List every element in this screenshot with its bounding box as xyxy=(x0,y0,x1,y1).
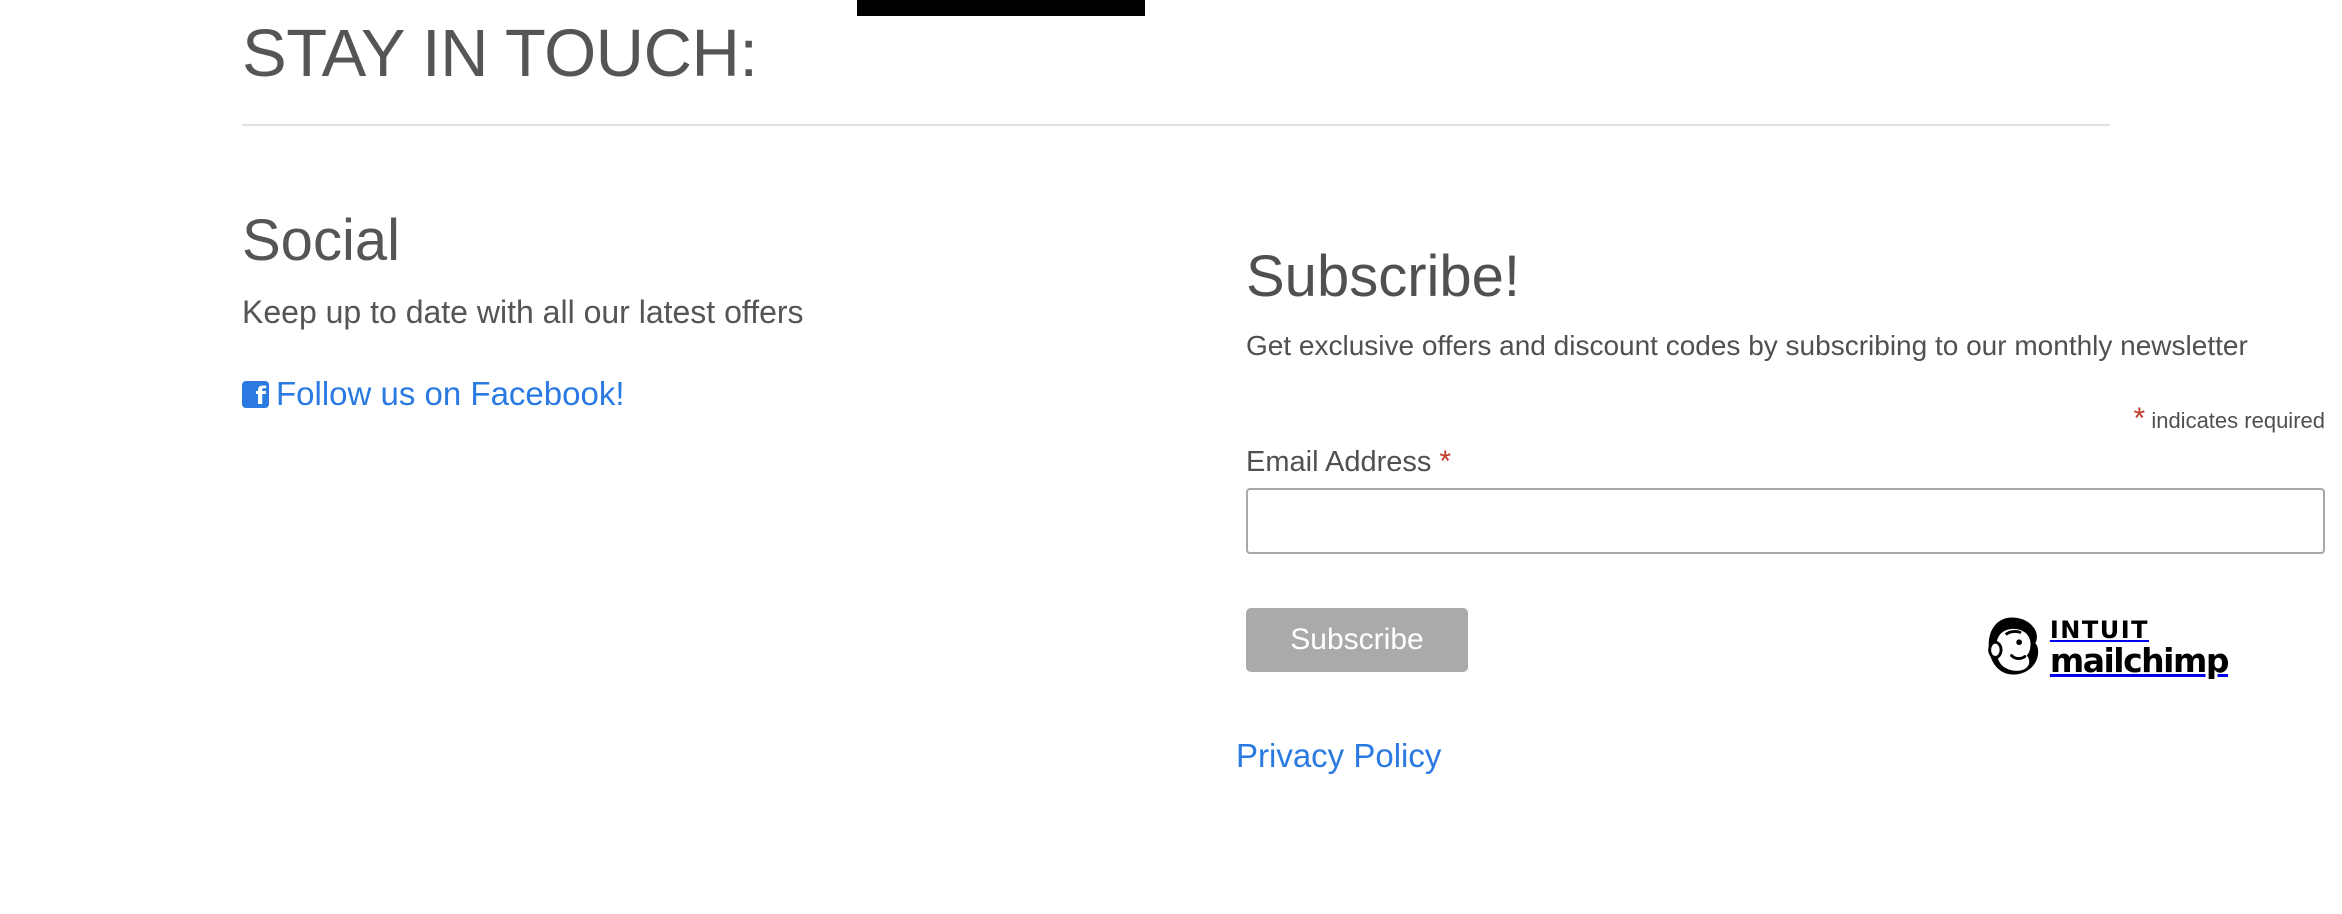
social-description: Keep up to date with all our latest offe… xyxy=(242,294,804,330)
email-required-asterisk: * xyxy=(1439,445,1452,478)
email-label-text: Email Address xyxy=(1246,446,1432,478)
mailchimp-freddie-icon xyxy=(1988,617,2039,675)
privacy-policy-link[interactable]: Privacy Policy xyxy=(1236,734,1441,778)
required-note: * indicates required xyxy=(2134,404,2325,436)
email-label: Email Address * xyxy=(1246,444,1451,480)
mailchimp-badge[interactable]: INTUIT mailchimp xyxy=(1983,612,2230,682)
social-heading: Social xyxy=(242,208,400,273)
required-asterisk: * xyxy=(2133,402,2146,435)
facebook-link-label: Follow us on Facebook! xyxy=(276,375,625,412)
subscribe-description: Get exclusive offers and discount codes … xyxy=(1246,330,2248,361)
section-title: STAY IN TOUCH: xyxy=(242,16,758,91)
facebook-link[interactable]: f Follow us on Facebook! xyxy=(242,372,625,416)
top-black-bar xyxy=(857,0,1145,16)
facebook-icon: f xyxy=(242,380,269,410)
required-note-text: indicates required xyxy=(2151,408,2325,433)
page: STAY IN TOUCH: Social Keep up to date wi… xyxy=(0,0,2342,914)
subscribe-button[interactable]: Subscribe xyxy=(1246,608,1468,672)
section-divider xyxy=(242,124,2110,126)
badge-mailchimp: mailchimp xyxy=(2049,640,2230,680)
badge-intuit: INTUIT xyxy=(2049,615,2150,644)
subscribe-heading: Subscribe! xyxy=(1246,244,1521,309)
mailchimp-wordmark: INTUIT mailchimp xyxy=(2049,615,2230,680)
email-input[interactable] xyxy=(1246,488,2325,554)
